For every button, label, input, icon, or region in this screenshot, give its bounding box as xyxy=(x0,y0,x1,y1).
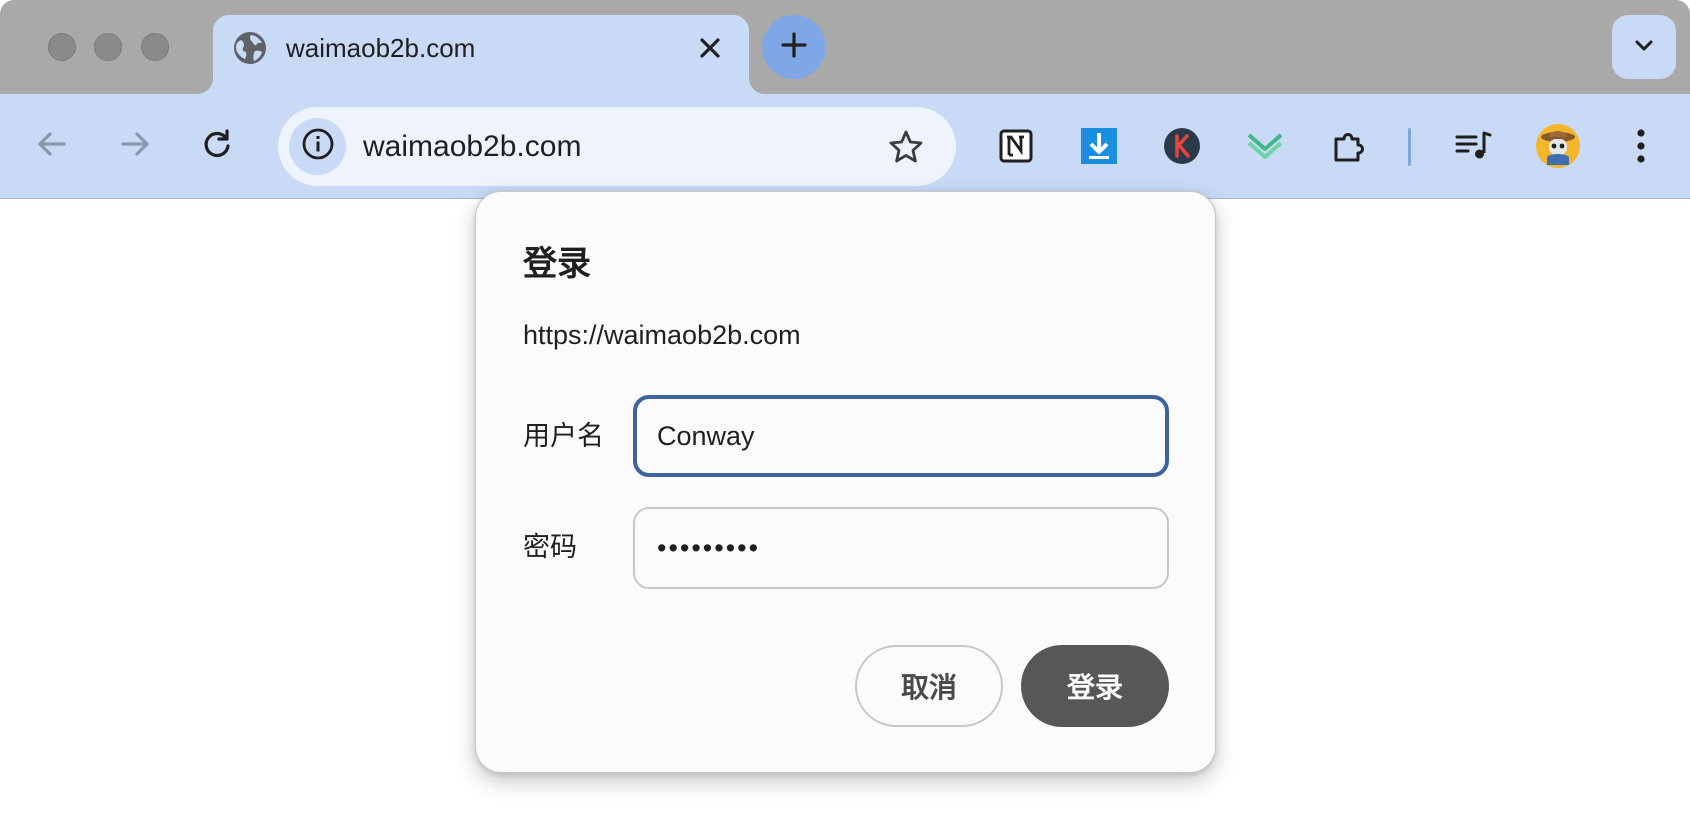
star-icon[interactable] xyxy=(886,127,926,167)
puzzle-icon[interactable] xyxy=(1328,125,1370,167)
password-field[interactable] xyxy=(633,507,1169,589)
back-button[interactable] xyxy=(28,122,76,170)
reload-button[interactable] xyxy=(193,122,241,170)
notion-icon[interactable] xyxy=(995,125,1037,167)
site-info-button[interactable] xyxy=(289,118,346,175)
browser-window: waimaob2b.com waimaob2b.com 登录 https://w… xyxy=(0,0,1690,829)
username-field[interactable] xyxy=(633,395,1169,477)
window-close-button[interactable] xyxy=(48,33,76,61)
reload-icon xyxy=(199,126,235,167)
tab-search-button[interactable] xyxy=(1612,15,1676,79)
more-vertical-icon[interactable] xyxy=(1620,125,1662,167)
login-button[interactable]: 登录 xyxy=(1021,645,1169,727)
download-icon[interactable] xyxy=(1078,125,1120,167)
password-label: 密码 xyxy=(523,532,577,562)
username-label: 用户名 xyxy=(523,421,604,451)
arrow-right-icon xyxy=(117,126,153,167)
avatar-icon[interactable] xyxy=(1535,123,1581,169)
globe-icon xyxy=(233,31,267,65)
media-queue-icon[interactable] xyxy=(1452,125,1494,167)
tab-active[interactable]: waimaob2b.com xyxy=(213,15,749,94)
plus-icon xyxy=(780,31,808,64)
window-minimize-button[interactable] xyxy=(94,33,122,61)
window-zoom-button[interactable] xyxy=(141,33,169,61)
dialog-origin: https://waimaob2b.com xyxy=(523,320,801,350)
k-extension-icon[interactable] xyxy=(1161,125,1203,167)
tab-strip: waimaob2b.com xyxy=(0,0,1690,94)
url-text: waimaob2b.com xyxy=(363,130,582,163)
arrow-left-icon xyxy=(34,126,70,167)
address-bar[interactable]: waimaob2b.com xyxy=(278,107,956,186)
close-icon[interactable] xyxy=(693,31,727,65)
browser-toolbar: waimaob2b.com xyxy=(0,94,1690,199)
new-tab-button[interactable] xyxy=(762,15,826,79)
info-icon xyxy=(301,127,335,166)
chevron-stack-icon[interactable] xyxy=(1244,125,1286,167)
dialog-title: 登录 xyxy=(523,245,591,283)
tab-title: waimaob2b.com xyxy=(286,33,476,63)
cancel-button[interactable]: 取消 xyxy=(855,645,1003,727)
toolbar-divider xyxy=(1408,128,1411,166)
chevron-down-icon xyxy=(1632,33,1656,62)
sign-in-dialog: 登录 https://waimaob2b.com 用户名 密码 取消 登录 xyxy=(475,191,1216,773)
forward-button[interactable] xyxy=(111,122,159,170)
